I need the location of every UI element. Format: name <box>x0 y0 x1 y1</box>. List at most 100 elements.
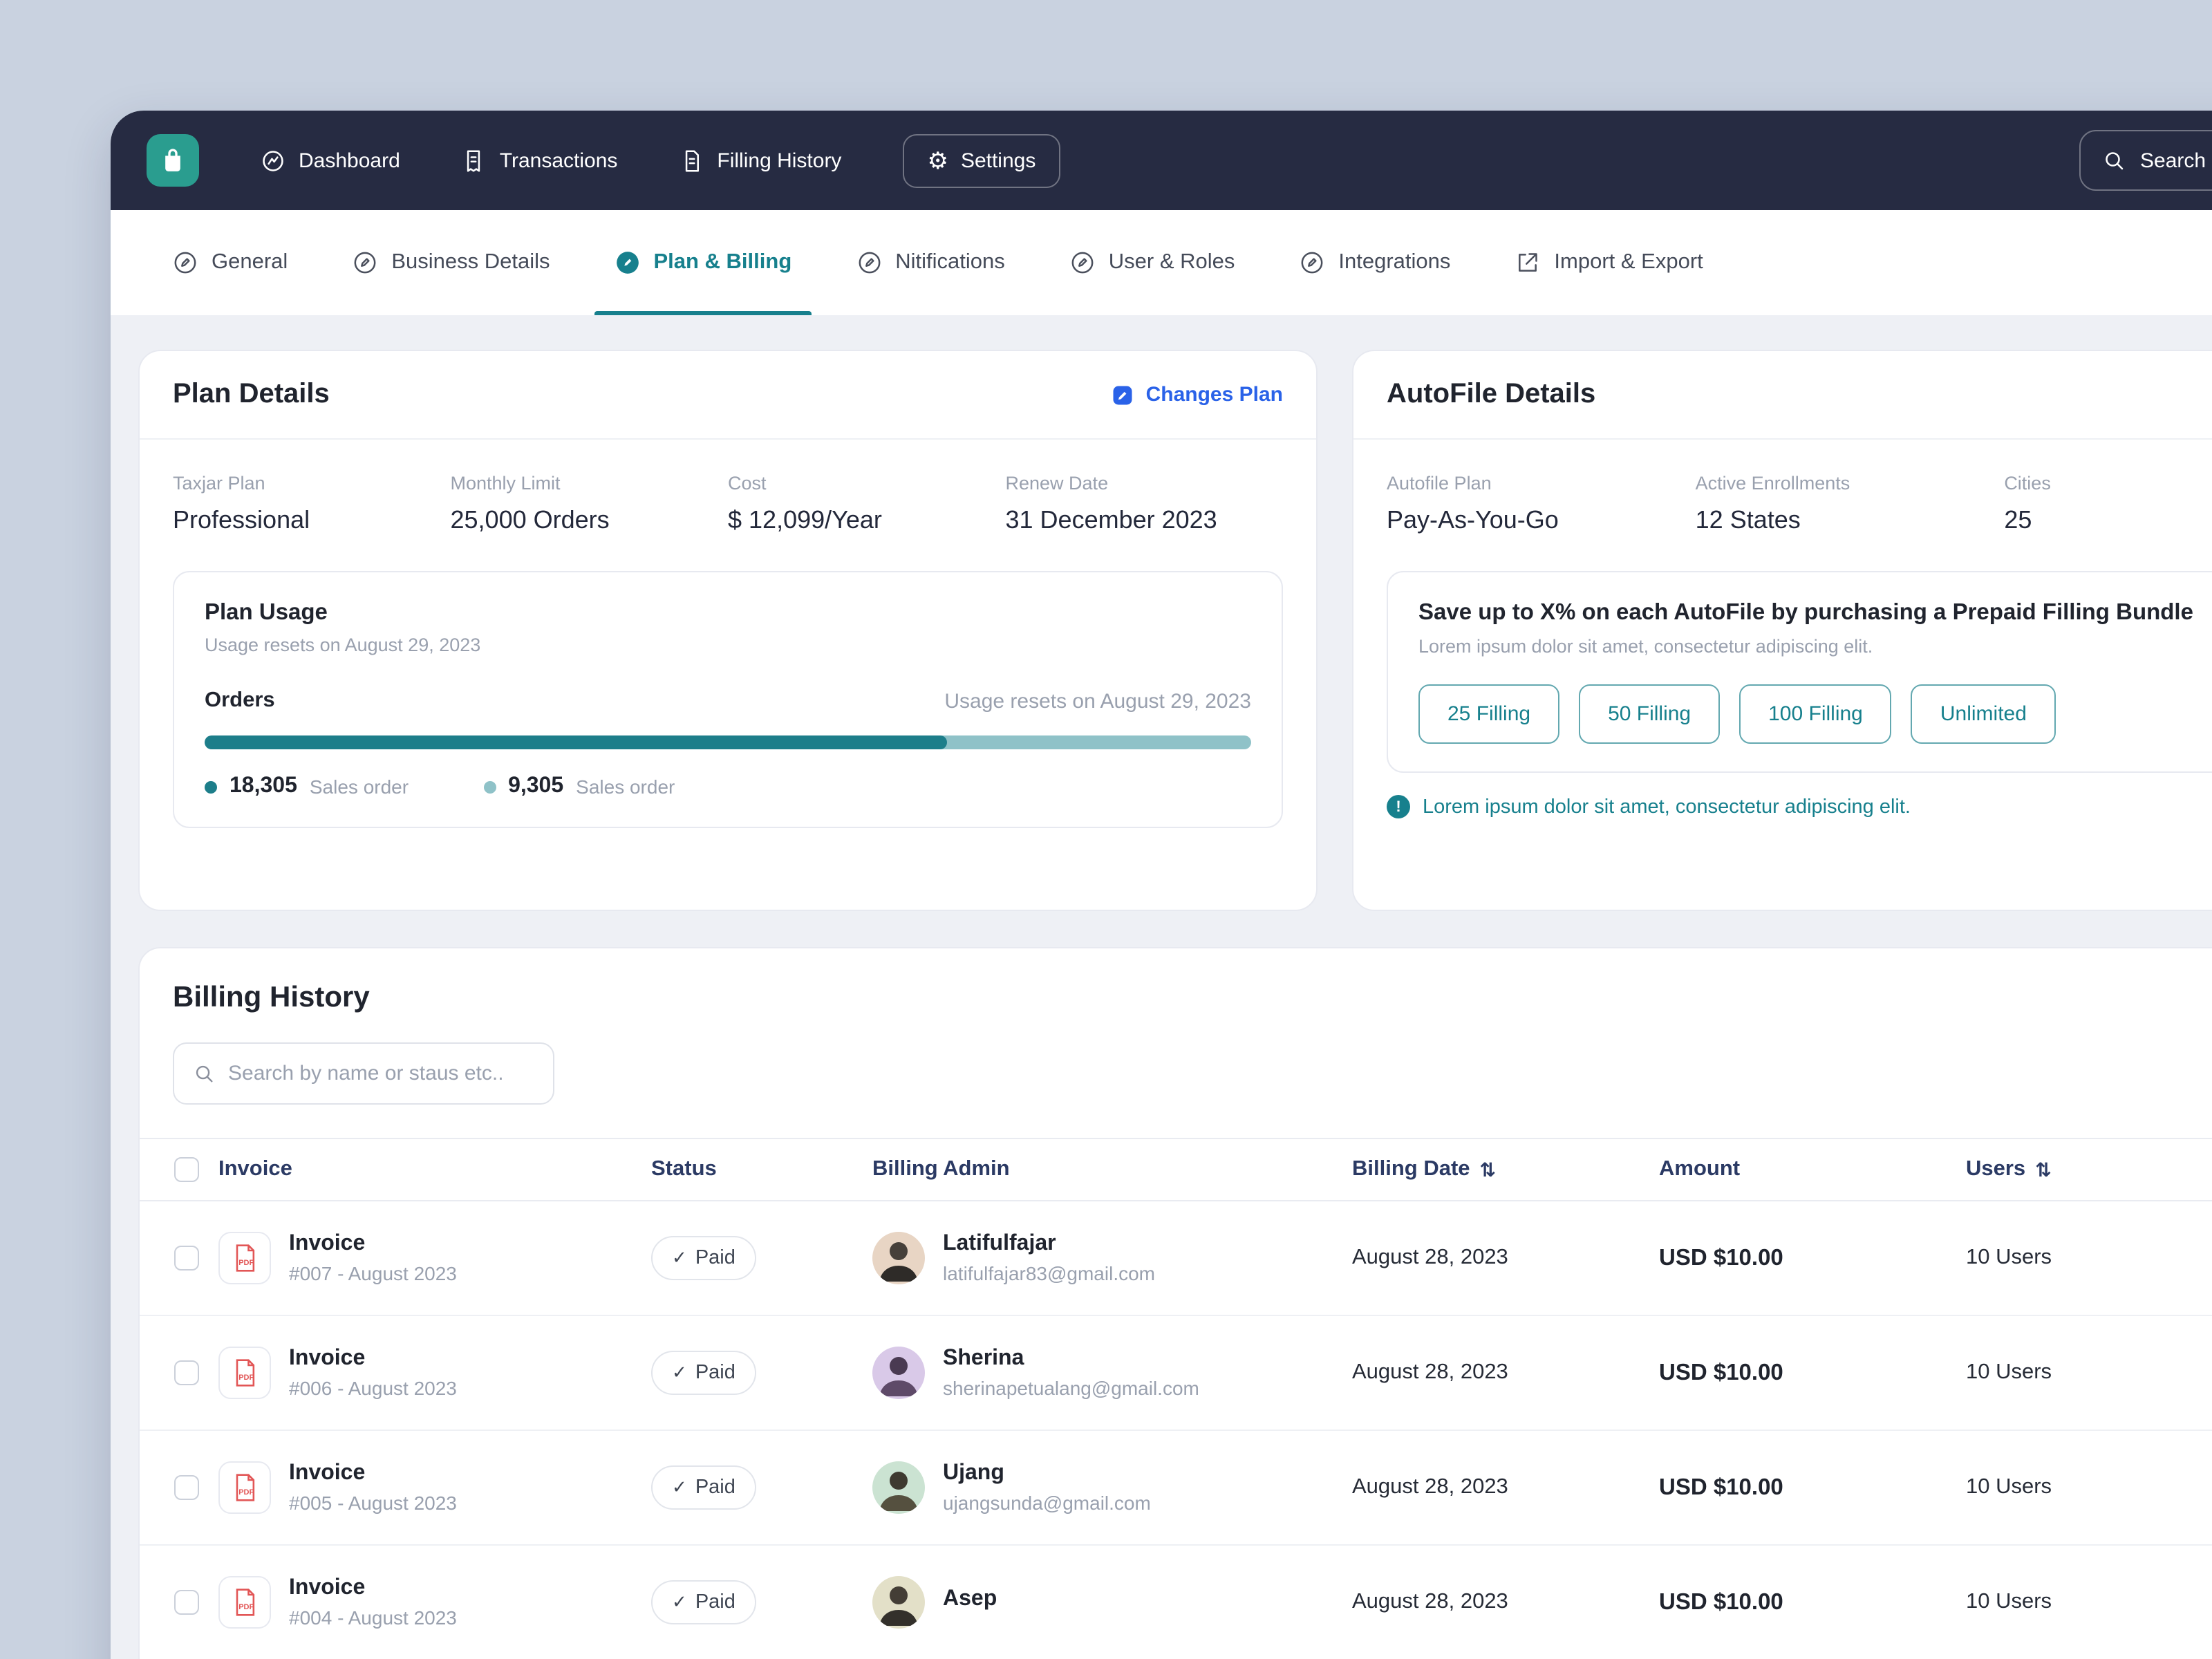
navbar-search-text: Search <box>2140 149 2206 172</box>
app-window: Dashboard Transactions Filling History ⚙… <box>111 111 2212 1659</box>
check-icon: ✓ <box>672 1477 687 1497</box>
plan-field: Monthly Limit 25,000 Orders <box>450 473 610 534</box>
top-navbar: Dashboard Transactions Filling History ⚙… <box>111 111 2212 210</box>
row-checkbox[interactable] <box>174 1246 199 1271</box>
sort-icon[interactable]: ⇅ <box>1480 1158 1496 1181</box>
autofile-note: ! Lorem ipsum dolor sit amet, consectetu… <box>1387 795 2212 818</box>
tab-general[interactable]: General <box>171 210 288 315</box>
changes-plan-button[interactable]: Changes Plan <box>1110 382 1283 407</box>
nav-item-dashboard[interactable]: Dashboard <box>260 147 400 174</box>
nav-item-filling-history[interactable]: Filling History <box>678 147 841 174</box>
navbar-search[interactable]: Search <box>2079 130 2212 191</box>
amount: USD $10.00 <box>1659 1474 1783 1499</box>
column-users: Users ⇅ <box>1966 1157 2052 1181</box>
table-row[interactable]: PDF Invoice #006 - August 2023 ✓ Paid Sh… <box>140 1316 2212 1431</box>
status-badge: ✓ Paid <box>651 1580 756 1624</box>
row-checkbox[interactable] <box>174 1590 199 1615</box>
legend-dot-dark <box>205 780 217 793</box>
column-amount: Amount <box>1659 1157 1741 1181</box>
search-icon <box>196 1065 213 1082</box>
autofile-field: Autofile Plan Pay-As-You-Go <box>1387 473 1559 534</box>
gear-icon: ⚙ <box>927 147 948 174</box>
changes-plan-label: Changes Plan <box>1145 383 1283 406</box>
invoice-title: Invoice <box>289 1347 366 1370</box>
edit-circle-icon <box>354 252 376 274</box>
legend-dot-light <box>483 780 496 793</box>
tab-plan-billing[interactable]: Plan & Billing <box>594 210 812 315</box>
tab-integrations[interactable]: Integrations <box>1298 210 1450 315</box>
tab-import-export[interactable]: Import & Export <box>1514 210 1703 315</box>
tab-label: Integrations <box>1338 250 1451 274</box>
table-row[interactable]: PDF Invoice #004 - August 2023 ✓ Paid As… <box>140 1546 2212 1659</box>
billing-history-card: Billing History Invoice Status Billing A… <box>138 947 2212 1659</box>
tab-label: Import & Export <box>1554 250 1703 274</box>
billing-date: August 28, 2023 <box>1352 1360 1508 1384</box>
filling-option-unlimited[interactable]: Unlimited <box>1911 684 2056 744</box>
nav-item-label: Dashboard <box>299 149 400 172</box>
billing-date: August 28, 2023 <box>1352 1246 1508 1269</box>
amount: USD $10.00 <box>1659 1360 1783 1385</box>
filling-option-100[interactable]: 100 Filling <box>1739 684 1892 744</box>
billing-date: August 28, 2023 <box>1352 1590 1508 1613</box>
table-header-row: Invoice Status Billing Admin Billing Dat… <box>140 1138 2212 1201</box>
info-icon: ! <box>1387 795 1410 818</box>
row-checkbox[interactable] <box>174 1360 199 1385</box>
usage-meter-label: Orders <box>205 688 275 712</box>
plan-usage-title: Plan Usage <box>205 600 328 625</box>
tab-label: Business Details <box>391 250 550 274</box>
avatar <box>872 1461 925 1514</box>
document-icon <box>685 149 699 171</box>
check-icon: ✓ <box>672 1362 687 1382</box>
admin-email: latifulfajar83@gmail.com <box>943 1262 1155 1284</box>
filling-option-25[interactable]: 25 Filling <box>1418 684 1560 744</box>
select-all-checkbox[interactable] <box>174 1157 199 1182</box>
users-count: 10 Users <box>1966 1475 2052 1499</box>
tab-user-roles[interactable]: User & Roles <box>1069 210 1235 315</box>
plan-usage-panel: Plan Usage Usage resets on August 29, 20… <box>173 571 1283 828</box>
tab-nitifications[interactable]: Nitifications <box>855 210 1005 315</box>
autofile-details-title: AutoFile Details <box>1387 379 1596 409</box>
content-area: Plan Details Changes Plan Taxjar Plan Pr… <box>111 315 2212 1659</box>
app-logo[interactable] <box>147 134 199 187</box>
filling-option-50[interactable]: 50 Filling <box>1579 684 1721 744</box>
invoice-number: #006 - August 2023 <box>289 1377 457 1399</box>
billing-search[interactable] <box>173 1042 554 1105</box>
avatar <box>872 1347 925 1399</box>
svg-text:PDF: PDF <box>238 1488 254 1497</box>
edit-circle-icon <box>1071 252 1094 274</box>
column-billing-admin: Billing Admin <box>872 1157 1010 1181</box>
plan-field: Taxjar Plan Professional <box>173 473 310 534</box>
amount: USD $10.00 <box>1659 1245 1783 1270</box>
users-count: 10 Users <box>1966 1590 2052 1613</box>
sort-icon[interactable]: ⇅ <box>2035 1158 2051 1181</box>
pdf-icon[interactable]: PDF <box>218 1461 271 1514</box>
pdf-icon[interactable]: PDF <box>218 1576 271 1629</box>
admin-name: Latifulfajar <box>943 1232 1056 1255</box>
avatar <box>872 1576 925 1629</box>
nav-item-settings[interactable]: ⚙ Settings <box>902 133 1061 187</box>
status-badge: ✓ Paid <box>651 1351 756 1395</box>
billing-date: August 28, 2023 <box>1352 1475 1508 1499</box>
app-logo-icon <box>165 149 180 171</box>
plan-details-card: Plan Details Changes Plan Taxjar Plan Pr… <box>138 350 1318 911</box>
column-status: Status <box>651 1157 717 1181</box>
nav-item-transactions[interactable]: Transactions <box>461 147 618 174</box>
users-count: 10 Users <box>1966 1246 2052 1269</box>
plan-field: Cost $ 12,099/Year <box>728 473 882 534</box>
pdf-icon[interactable]: PDF <box>218 1347 271 1399</box>
table-row[interactable]: PDF Invoice #007 - August 2023 ✓ Paid La… <box>140 1201 2212 1316</box>
svg-text:PDF: PDF <box>238 1603 254 1611</box>
row-checkbox[interactable] <box>174 1475 199 1500</box>
avatar <box>872 1232 925 1284</box>
nav-item-label: Transactions <box>499 149 618 172</box>
tab-business-details[interactable]: Business Details <box>351 210 550 315</box>
autofile-note-text: Lorem ipsum dolor sit amet, consectetur … <box>1423 796 1911 818</box>
table-row[interactable]: PDF Invoice #005 - August 2023 ✓ Paid Uj… <box>140 1431 2212 1546</box>
promo-title: Save up to X% on each AutoFile by purcha… <box>1418 600 2193 625</box>
status-badge: ✓ Paid <box>651 1465 756 1510</box>
admin-name: Sherina <box>943 1347 1024 1370</box>
page: Dashboard Transactions Filling History ⚙… <box>0 0 2212 1659</box>
billing-search-input[interactable] <box>228 1062 518 1085</box>
pdf-icon[interactable]: PDF <box>218 1232 271 1284</box>
invoice-title: Invoice <box>289 1232 366 1255</box>
